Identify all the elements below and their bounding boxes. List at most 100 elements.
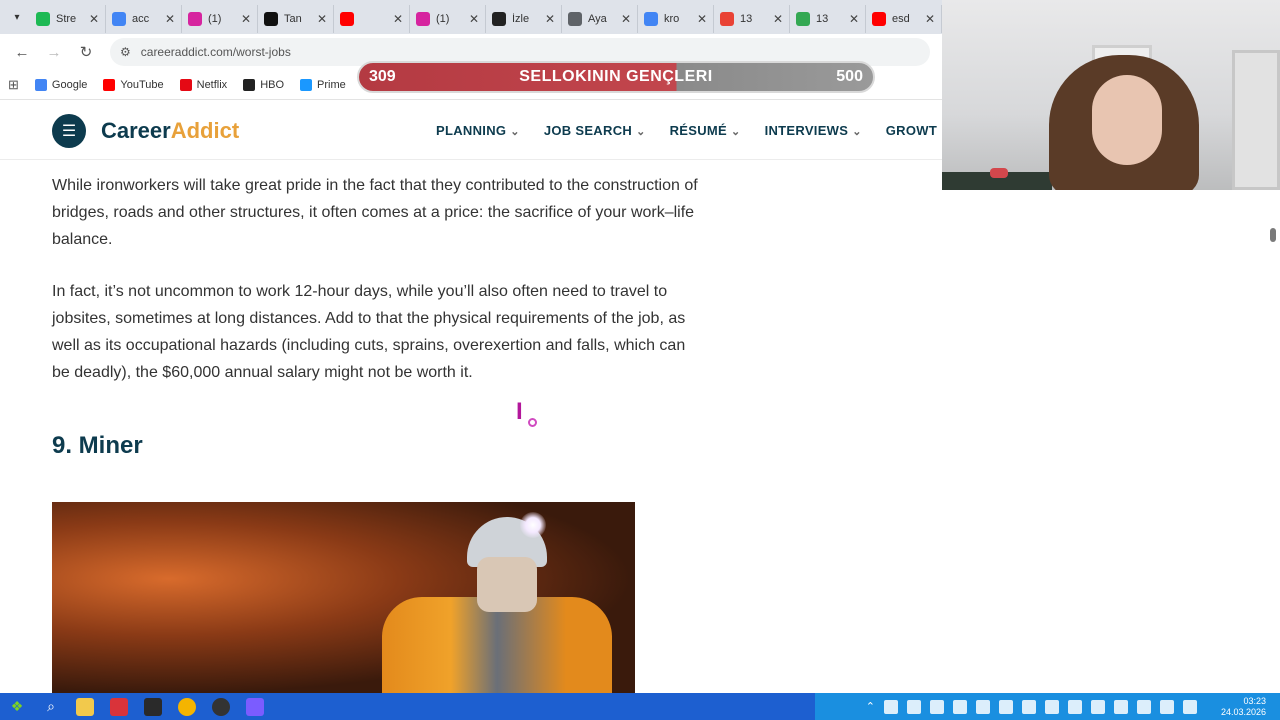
tray-app-icon[interactable] — [907, 699, 921, 714]
site-info-icon[interactable]: ⚙ — [120, 45, 131, 59]
browser-tab[interactable]: Tan ✕ — [258, 5, 334, 33]
overlay-title: SELLOKININ GENÇLERI — [519, 68, 713, 85]
close-tab-icon[interactable]: ✕ — [241, 12, 251, 26]
google-icon — [112, 12, 126, 26]
tab-title: Aya — [588, 13, 607, 25]
url-text: careeraddict.com/worst-jobs — [140, 45, 291, 59]
close-tab-icon[interactable]: ✕ — [469, 12, 479, 26]
gear-icon — [568, 12, 582, 26]
taskbar-clock[interactable]: 03:23 24.03.2026 — [1206, 696, 1266, 718]
microphone-icon[interactable] — [1114, 699, 1128, 714]
nav-item-growth[interactable]: GROWT — [886, 123, 937, 138]
circle-icon — [796, 12, 810, 26]
tray-app-icon[interactable] — [1091, 699, 1105, 714]
page-scrollbar[interactable] — [1266, 190, 1280, 693]
volume-icon[interactable] — [1160, 699, 1174, 714]
start-button[interactable]: ❖ — [0, 693, 34, 720]
nav-item-planning[interactable]: PLANNING ⌄ — [436, 123, 520, 138]
bluetooth-icon[interactable] — [1045, 699, 1059, 714]
browser-tab[interactable]: 13 ✕ — [790, 5, 866, 33]
nav-item-job-search[interactable]: JOB SEARCH ⌄ — [544, 123, 646, 138]
browser-tab[interactable]: acc ✕ — [106, 5, 182, 33]
paragraph-ironworker-1: While ironworkers will take great pride … — [52, 177, 698, 248]
close-tab-icon[interactable]: ✕ — [773, 12, 783, 26]
close-tab-icon[interactable]: ✕ — [393, 12, 403, 26]
bookmark-label: HBO — [260, 78, 285, 91]
browser-tab[interactable]: İzle ✕ — [486, 5, 562, 33]
miner-image — [52, 502, 635, 694]
app-dark-icon[interactable] — [136, 693, 170, 720]
chevron-down-icon: ⌄ — [731, 126, 741, 138]
bookmark-label: YouTube — [120, 78, 164, 91]
youtube-icon — [872, 12, 886, 26]
browser-tab[interactable]: kro ✕ — [638, 5, 714, 33]
overlay-left-value: 309 — [369, 68, 396, 85]
close-tab-icon[interactable]: ✕ — [621, 12, 631, 26]
forward-button[interactable]: → — [40, 38, 68, 66]
close-tab-icon[interactable]: ✕ — [545, 12, 555, 26]
tray-app-icon[interactable] — [1022, 699, 1036, 714]
tiktok-icon — [264, 12, 278, 26]
browser-tab[interactable]: Aya ✕ — [562, 5, 638, 33]
tray-app-icon[interactable] — [976, 699, 990, 714]
apps-grid-icon[interactable]: ⊞ — [8, 77, 19, 93]
instagram-icon — [188, 12, 202, 26]
chevron-down-icon: ⌄ — [510, 126, 520, 138]
file-explorer-icon[interactable] — [68, 693, 102, 720]
close-tab-icon[interactable]: ✕ — [697, 12, 707, 26]
tab-title: (1) — [436, 13, 450, 25]
bookmark-favicon-icon — [34, 78, 47, 91]
app-red-icon[interactable] — [102, 693, 136, 720]
bookmark-favicon-icon — [103, 78, 116, 91]
bookmark-item[interactable]: Prime — [300, 78, 346, 91]
close-tab-icon[interactable]: ✕ — [849, 12, 859, 26]
search-icon[interactable]: ⌕ — [34, 693, 68, 720]
nav-item-resume[interactable]: RÉSUMÉ ⌄ — [670, 123, 741, 138]
discord-icon[interactable] — [238, 693, 272, 720]
tray-up-arrow-icon[interactable]: ⌃ — [866, 700, 875, 713]
browser-tab[interactable]: (1) ✕ — [410, 5, 486, 33]
tab-search-button[interactable]: ▾ — [4, 4, 30, 30]
browser-tab[interactable]: Stre ✕ — [30, 5, 106, 33]
careeraddict-logo[interactable]: CareerAddict — [101, 118, 239, 144]
back-button[interactable]: ← — [8, 38, 36, 66]
bookmark-item[interactable]: HBO — [243, 78, 285, 91]
bookmark-label: Netflix — [196, 78, 228, 91]
webcam-feed — [942, 0, 1280, 190]
wifi-icon[interactable] — [1137, 699, 1151, 714]
nav-item-interviews[interactable]: INTERVIEWS ⌄ — [765, 123, 862, 138]
stream-icon — [492, 12, 506, 26]
section-heading-miner: 9. Miner — [52, 432, 143, 459]
hamburger-menu-button[interactable]: ☰ — [52, 114, 86, 148]
tab-title: kro — [664, 13, 680, 25]
tab-strip: ▾ Stre ✕ acc ✕ (1) ✕ Tan ✕ ✕ (1) ✕ İzle ✕ Aya ✕ kro ✕ 13 ✕… — [0, 0, 942, 34]
tray-app-icon[interactable] — [1068, 699, 1082, 714]
tab-title: Tan — [284, 13, 302, 25]
reload-button[interactable]: ↻ — [72, 38, 100, 66]
bookmark-item[interactable]: Google — [34, 78, 87, 91]
battery-icon[interactable] — [1183, 699, 1197, 714]
close-tab-icon[interactable]: ✕ — [317, 12, 327, 26]
close-tab-icon[interactable]: ✕ — [925, 12, 935, 26]
scrollbar-thumb[interactable] — [1270, 228, 1276, 242]
background-cup — [990, 168, 1008, 178]
tab-title: esd — [892, 13, 910, 25]
tray-app-icon[interactable] — [930, 699, 944, 714]
chrome-icon[interactable] — [170, 693, 204, 720]
browser-tab[interactable]: 13 ✕ — [714, 5, 790, 33]
text-cursor-icon: I — [516, 398, 523, 425]
browser-tab[interactable]: ✕ — [334, 5, 410, 33]
browser-tab[interactable]: (1) ✕ — [182, 5, 258, 33]
browser-tab[interactable]: esd ✕ — [866, 5, 942, 33]
tray-app-icon[interactable] — [953, 699, 967, 714]
bookmark-item[interactable]: Netflix — [179, 78, 228, 91]
bookmark-item[interactable]: YouTube — [103, 78, 164, 91]
chevron-down-icon: ⌄ — [852, 126, 862, 138]
close-tab-icon[interactable]: ✕ — [89, 12, 99, 26]
obs-icon[interactable] — [204, 693, 238, 720]
tray-app-icon[interactable] — [999, 699, 1013, 714]
k-icon — [36, 12, 50, 26]
close-tab-icon[interactable]: ✕ — [165, 12, 175, 26]
tray-app-icon[interactable] — [884, 699, 898, 714]
youtube-icon — [340, 12, 354, 26]
